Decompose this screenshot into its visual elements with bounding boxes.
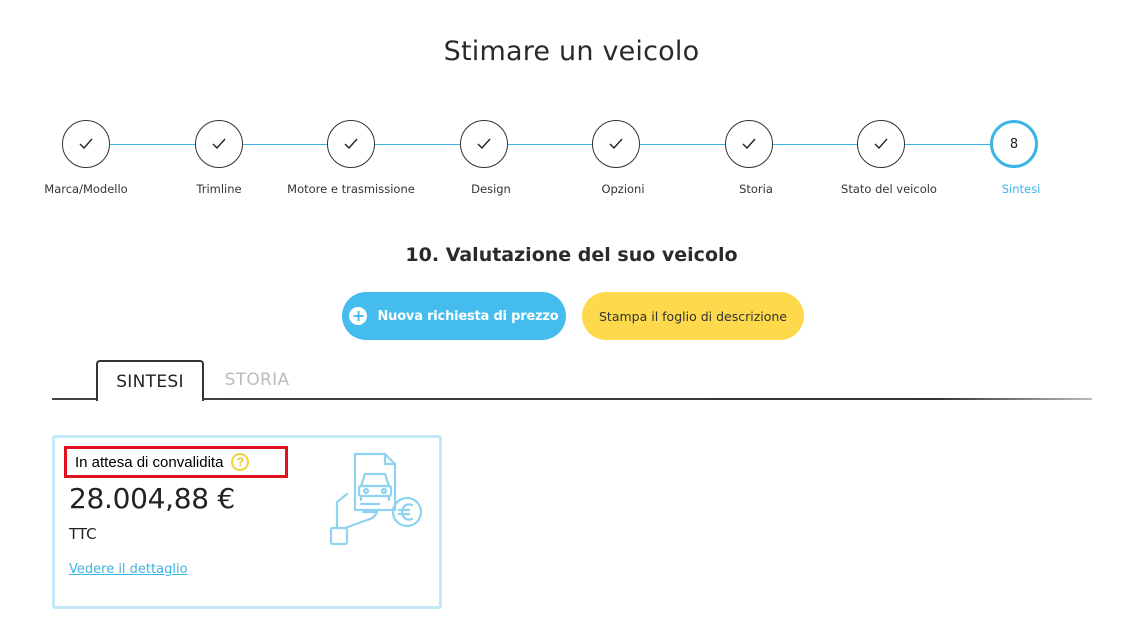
estimated-price: 28.004,88 € bbox=[69, 482, 235, 515]
print-description-label: Stampa il foglio di descrizione bbox=[598, 308, 787, 324]
step-motore-trasmissione[interactable]: Motore e trasmissione bbox=[281, 120, 421, 196]
step-stato-veicolo[interactable]: Stato del veicolo bbox=[811, 120, 951, 196]
check-icon bbox=[874, 138, 888, 150]
step-label: Trimline bbox=[196, 182, 242, 196]
step-design[interactable]: Design bbox=[414, 120, 554, 196]
view-detail-link[interactable]: Vedere il dettaglio bbox=[69, 562, 188, 577]
check-icon bbox=[212, 138, 226, 150]
step-label: Sintesi bbox=[1001, 182, 1041, 196]
status-text: In attesa di convalidita bbox=[75, 453, 224, 471]
tax-label: TTC bbox=[69, 525, 97, 543]
tab-storia[interactable]: STORIA bbox=[212, 360, 302, 400]
hand-car-document-euro-icon bbox=[329, 452, 423, 546]
step-label: Motore e trasmissione bbox=[287, 182, 415, 196]
tabs-underline bbox=[52, 398, 1092, 400]
step-opzioni[interactable]: Opzioni bbox=[546, 120, 686, 196]
result-tabs: SINTESI STORIA bbox=[52, 360, 1092, 401]
new-price-request-label: Nuova richiesta di prezzo bbox=[377, 308, 559, 324]
step-label: Stato del veicolo bbox=[841, 182, 937, 196]
check-icon bbox=[609, 138, 623, 150]
check-icon bbox=[79, 138, 93, 150]
valuation-card: In attesa di convalidita ? 28.004,88 € T… bbox=[52, 435, 442, 609]
tab-sintesi[interactable]: SINTESI bbox=[96, 360, 204, 401]
check-icon bbox=[742, 138, 756, 150]
plus-circle-icon: + bbox=[349, 307, 368, 325]
step-label: Storia bbox=[739, 182, 773, 196]
question-circle-icon[interactable]: ? bbox=[231, 453, 250, 471]
step-label: Opzioni bbox=[601, 182, 645, 196]
step-storia[interactable]: Storia bbox=[679, 120, 819, 196]
check-icon bbox=[344, 138, 358, 150]
section-title: 10. Valutazione del suo veicolo bbox=[405, 244, 738, 266]
step-number: 8 bbox=[1009, 136, 1019, 152]
page-title: Stimare un veicolo bbox=[443, 36, 700, 67]
step-label: Design bbox=[471, 182, 511, 196]
step-sintesi[interactable]: 8 Sintesi bbox=[944, 120, 1084, 196]
step-trimline[interactable]: Trimline bbox=[149, 120, 289, 196]
progress-stepper: Marca/Modello Trimline Motore e trasmiss… bbox=[0, 120, 1143, 210]
validation-status: In attesa di convalidita ? bbox=[64, 446, 288, 478]
check-icon bbox=[477, 138, 491, 150]
step-label: Marca/Modello bbox=[44, 182, 128, 196]
new-price-request-button[interactable]: + Nuova richiesta di prezzo bbox=[342, 292, 566, 340]
step-marca-modello[interactable]: Marca/Modello bbox=[16, 120, 156, 196]
print-description-button[interactable]: Stampa il foglio di descrizione bbox=[582, 292, 804, 340]
